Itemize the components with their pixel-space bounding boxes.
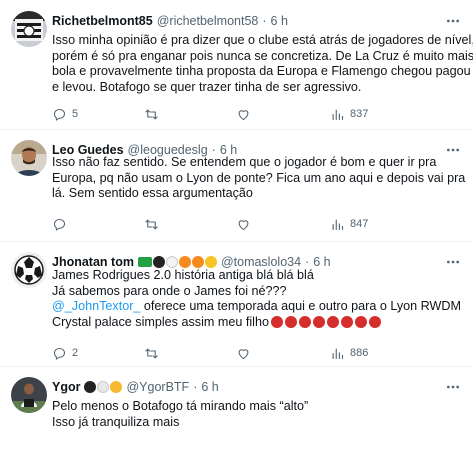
separator-dot: ·	[262, 14, 267, 28]
reply-icon	[53, 108, 66, 121]
views-button[interactable]: 837	[330, 105, 368, 123]
tweet-text-line: James Rodrigues 2.0 história antiga blá …	[52, 268, 314, 282]
more-icon	[447, 385, 459, 389]
views-count: 847	[350, 218, 369, 230]
like-icon	[238, 348, 249, 359]
retweet-button[interactable]	[144, 105, 164, 123]
angry-face-icon	[340, 315, 353, 328]
white-circle-icon	[97, 381, 110, 393]
avatar[interactable]	[11, 11, 47, 47]
reply-feed: Richetbelmont85 @richetbelmont58 · 6 h I…	[0, 0, 473, 466]
angry-face-icon	[354, 315, 367, 328]
timestamp[interactable]: 6 h	[271, 12, 288, 30]
mention-link[interactable]: @_JohnTextor_	[52, 299, 140, 313]
more-options-button[interactable]	[445, 379, 461, 395]
tweet-text-line: Crystal palace simples assim meu filho	[52, 315, 461, 331]
views-count: 837	[350, 108, 369, 120]
tweet-actions: 5 837	[52, 105, 461, 123]
reply-button[interactable]: 5	[52, 105, 78, 123]
angry-face-icon	[270, 315, 283, 328]
reply-button[interactable]	[52, 215, 72, 233]
retweet-icon	[145, 348, 158, 358]
tweet-text-line: Europa, pq não usam o Lyon de ponte? Fic…	[52, 170, 466, 185]
tweet-text-line: lá. Sem sentido essa argumentação	[52, 186, 253, 200]
reply-button[interactable]: 2	[52, 344, 78, 362]
tweet-text-line: Pelo menos o Botafogo tá mirando mais “a…	[52, 399, 309, 413]
retweet-button[interactable]	[144, 215, 164, 233]
reply-icon	[53, 347, 66, 360]
tweet-text-line: porém é só pra enganar pois nunca se con…	[52, 48, 473, 63]
tweet-actions: 2 886	[52, 344, 461, 362]
tweet-text-segment: Crystal palace simples assim meu filho	[52, 314, 269, 329]
angry-face-icon	[284, 315, 297, 328]
retweet-icon	[145, 219, 158, 229]
avatar[interactable]	[11, 252, 47, 288]
black-circle-icon	[84, 381, 97, 393]
reply-icon	[53, 218, 66, 231]
retweet-button[interactable]	[144, 344, 164, 362]
sunglasses-face-icon	[204, 256, 217, 268]
tweet-text-segment: oferece uma temporada aqui e outro para …	[140, 299, 462, 313]
tweet-text-line: e levou. Botafogo se quer trazer tinha d…	[52, 79, 362, 94]
tweet-text-line: Isso não faz sentido. Se entendem que o …	[52, 155, 437, 169]
tweet-text: James Rodrigues 2.0 história antiga blá …	[52, 268, 461, 330]
brazil-flag-icon	[137, 257, 152, 267]
avatar[interactable]	[11, 140, 47, 176]
angry-face-icon	[326, 315, 339, 328]
display-name[interactable]: Ygor	[52, 378, 80, 396]
tweet-text-line: Isso já tranquiliza mais	[52, 414, 180, 429]
tweet-actions: 847	[52, 215, 461, 233]
timestamp[interactable]: 6 h	[201, 378, 218, 396]
tweet-text-line: Já sabemos para onde o James foi né???	[52, 283, 287, 298]
name-emojis	[137, 256, 217, 268]
angry-face-icon	[298, 315, 311, 328]
tweet-text: Isso minha opinião é pra dizer que o clu…	[52, 33, 473, 95]
angry-face-emojis	[270, 315, 381, 328]
tweet-text-line: @_JohnTextor_ oferece uma temporada aqui…	[52, 299, 461, 315]
tweet-text: Isso não faz sentido. Se entendem que o …	[52, 155, 466, 202]
tweet-text: Pelo menos o Botafogo tá mirando mais “a…	[52, 399, 461, 430]
separator-dot: ·	[193, 380, 198, 394]
views-icon	[332, 348, 344, 359]
star-icon	[110, 381, 123, 393]
angry-face-icon	[312, 315, 325, 328]
user-handle[interactable]: @YgorBTF	[126, 378, 189, 396]
white-heart-icon	[165, 256, 178, 268]
tweet-jhonatan-tom[interactable]: Jhonatan tom @tomaslolo34 · 6 h James Ro…	[0, 242, 473, 367]
user-handle[interactable]: @richetbelmont58	[157, 12, 259, 30]
views-icon	[332, 219, 344, 230]
fire-icon	[191, 256, 204, 268]
tweet-leo-guedes[interactable]: Leo Guedes @leoguedeslg · 6 h Isso não f…	[0, 130, 473, 242]
views-button[interactable]: 886	[330, 344, 368, 362]
name-emojis	[84, 381, 123, 393]
views-button[interactable]: 847	[330, 215, 368, 233]
reply-count: 2	[72, 347, 79, 359]
reply-count: 5	[72, 108, 79, 120]
more-options-button[interactable]	[445, 13, 461, 29]
fire-icon	[178, 256, 191, 268]
like-button[interactable]	[236, 344, 256, 362]
like-button[interactable]	[236, 215, 256, 233]
like-icon	[238, 109, 249, 120]
avatar[interactable]	[11, 377, 47, 413]
tweet-richetbelmont85[interactable]: Richetbelmont85 @richetbelmont58 · 6 h I…	[0, 0, 473, 130]
angry-face-icon	[368, 315, 381, 328]
tweet-text-line: Isso minha opinião é pra dizer que o clu…	[52, 33, 473, 47]
like-button[interactable]	[236, 105, 256, 123]
like-icon	[238, 219, 249, 230]
more-icon	[447, 19, 459, 23]
tweet-text-line: bola e provavelmente tinha proposta da E…	[52, 64, 471, 78]
black-heart-icon	[152, 256, 165, 268]
display-name[interactable]: Richetbelmont85	[52, 12, 153, 30]
retweet-icon	[145, 109, 158, 119]
views-count: 886	[350, 347, 369, 359]
tweet-ygor[interactable]: Ygor @YgorBTF · 6 h Pelo menos o Botafog…	[0, 367, 473, 466]
views-icon	[332, 109, 344, 120]
